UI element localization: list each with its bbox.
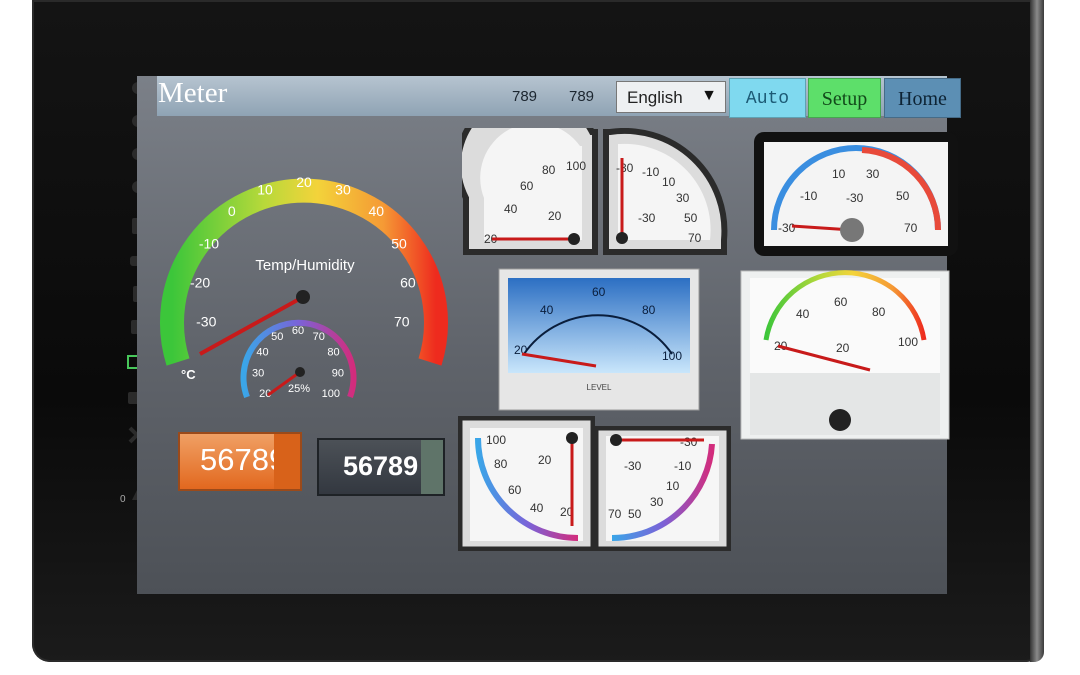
- qr-tick-1: -10: [642, 165, 660, 179]
- quarter-meter-bottom-left: 100 80 60 40 20 20: [458, 416, 595, 551]
- at-tick-0: -30: [778, 221, 796, 235]
- humidity-tick-label: 50: [271, 331, 283, 343]
- qr-tick-4: 50: [684, 211, 698, 225]
- lvl-tick-1: 40: [540, 303, 554, 317]
- level-meter: 20 40 60 80 100 LEVEL: [498, 268, 700, 411]
- qr-tick-2: 10: [662, 175, 676, 189]
- temp-tick-label: 20: [296, 174, 312, 190]
- qbl-tick-2: 60: [508, 483, 522, 497]
- qr-tick-5: 70: [688, 231, 702, 245]
- qbl-tick-3: 40: [530, 501, 544, 515]
- temp-tick-label: -30: [196, 314, 216, 330]
- quarter-meter-left: 20 40 60 80 100 20: [462, 128, 598, 255]
- adjust-screw-icon[interactable]: [829, 409, 851, 431]
- temp-tick-label: -10: [199, 236, 219, 252]
- lvl-tick-2: 60: [592, 285, 606, 299]
- at-tick-5: 70: [904, 221, 918, 235]
- qbr-tick-2: -10: [674, 459, 692, 473]
- numeric-input-orange[interactable]: 56789: [178, 432, 302, 491]
- temp-tick-label: 10: [257, 182, 273, 198]
- humidity-tick-label: 80: [327, 347, 339, 359]
- humidity-tick-label: 70: [313, 331, 325, 343]
- qr-tick-6: -30: [638, 211, 656, 225]
- at-tick-6: -30: [846, 191, 864, 205]
- at-tick-4: 50: [896, 189, 910, 203]
- temp-tick-label: 60: [400, 274, 416, 290]
- qbr-tick-3: 10: [666, 479, 680, 493]
- temp-tick-label: 50: [391, 236, 407, 252]
- temp-tick-label: 30: [335, 182, 351, 198]
- qbr-tick-6: 70: [608, 507, 622, 521]
- unit-label: °C: [181, 367, 196, 382]
- qr-tick-3: 30: [676, 191, 690, 205]
- numeric-input-gray[interactable]: 56789: [317, 438, 445, 496]
- humidity-tick-label: 30: [252, 368, 264, 380]
- qbl-tick-0: 100: [486, 433, 506, 447]
- ql-tick-4: 100: [566, 159, 586, 173]
- numeric-value-gray: 56789: [343, 451, 419, 481]
- level-label: LEVEL: [587, 383, 612, 392]
- humidity-tick-label: 90: [332, 368, 344, 380]
- pm-tick-4: 100: [898, 335, 918, 349]
- humidity-tick-label: 40: [256, 347, 268, 359]
- numeric-cap-orange: [274, 434, 300, 489]
- lvl-tick-3: 80: [642, 303, 656, 317]
- humidity-tick-label: 100: [322, 388, 340, 400]
- temp-tick-label: -20: [190, 274, 210, 290]
- quarter-meter-right: -30 -10 10 30 50 70 -30: [603, 128, 728, 255]
- ql-tick-2: 60: [520, 179, 534, 193]
- temp-tick-label: 0: [228, 203, 236, 219]
- humidity-value: 25%: [288, 383, 310, 395]
- analog-meter-top: -30 -10 10 30 50 70 -30: [754, 132, 958, 256]
- qbr-tick-1: -30: [624, 459, 642, 473]
- qr-needle-hub: [616, 232, 628, 244]
- ql-needle-hub: [568, 233, 580, 245]
- pm-tick-2: 60: [834, 295, 848, 309]
- at-tick-2: 10: [832, 167, 846, 181]
- temperature-needle-hub: [296, 290, 310, 304]
- qbr-needle-hub: [610, 434, 622, 446]
- panel-meter: 20 40 60 80 100 20: [740, 270, 950, 440]
- pm-tick-3: 80: [872, 305, 886, 319]
- qbr-tick-0: -30: [680, 435, 698, 449]
- ql-tick-1: 40: [504, 202, 518, 216]
- numeric-cap-gray: [421, 440, 443, 494]
- humidity-tick-label: 60: [292, 325, 304, 337]
- qr-tick-0: -30: [616, 161, 634, 175]
- at-tick-1: -10: [800, 189, 818, 203]
- at-needle-hub: [840, 218, 864, 242]
- qbr-tick-4: 30: [650, 495, 664, 509]
- temp-tick-label: 40: [368, 203, 384, 219]
- humidity-needle-hub: [295, 367, 305, 377]
- pm-tick-5: 20: [836, 341, 850, 355]
- pm-tick-1: 40: [796, 307, 810, 321]
- temp-tick-label: 70: [394, 314, 410, 330]
- lvl-tick-4: 100: [662, 349, 682, 363]
- ql-tick-3: 80: [542, 163, 556, 177]
- qbl-needle-hub: [566, 432, 578, 444]
- ql-tick-5: 20: [548, 209, 562, 223]
- quarter-meter-bottom-right: -30 -30 -10 10 30 50 70: [594, 426, 731, 551]
- qbl-tick-5: 20: [538, 453, 552, 467]
- panel-meter-face: [750, 278, 940, 373]
- at-tick-3: 30: [866, 167, 880, 181]
- qbl-tick-1: 80: [494, 457, 508, 471]
- qbr-tick-5: 50: [628, 507, 642, 521]
- gauge-label: Temp/Humidity: [255, 257, 355, 274]
